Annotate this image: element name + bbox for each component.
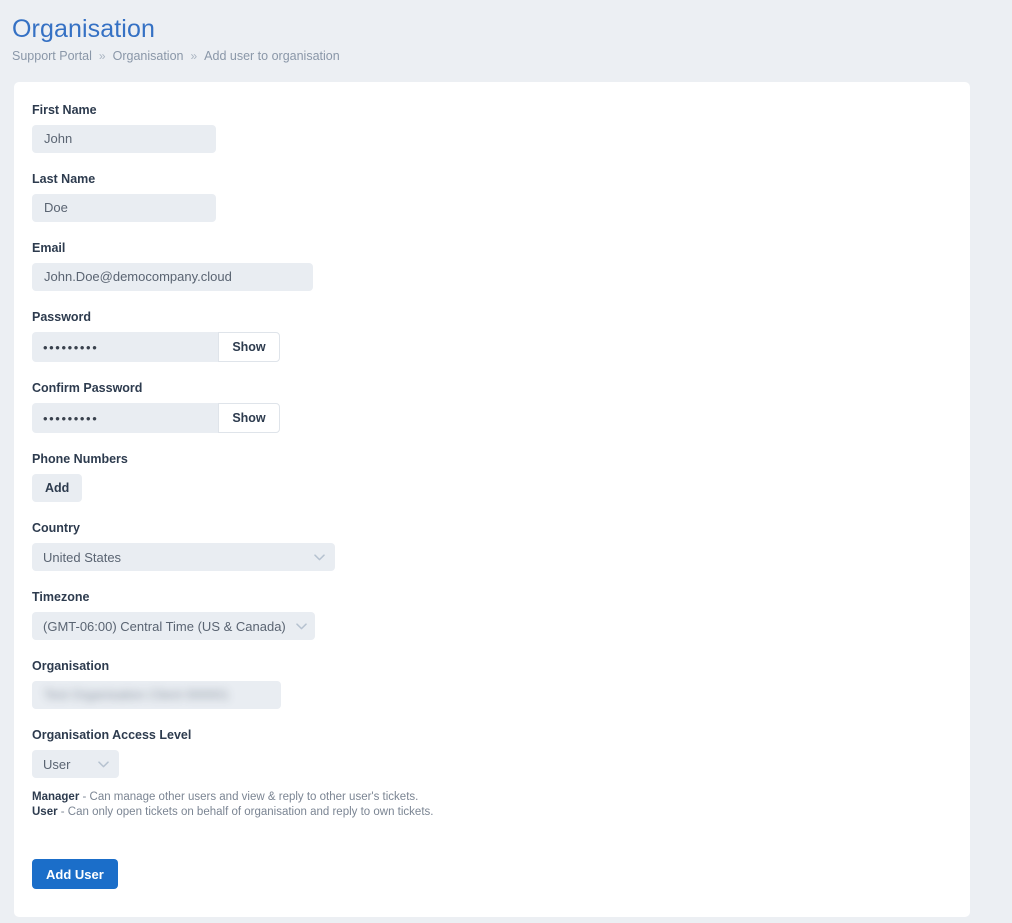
phone-numbers-label: Phone Numbers [32, 452, 128, 466]
chevron-down-icon [98, 760, 109, 768]
organisation-input[interactable]: Test Organisation Client 000001 [32, 681, 281, 709]
page-root: Organisation Support Portal » Organisati… [0, 0, 1012, 923]
field-country: Country United States [32, 520, 952, 571]
email-input[interactable]: John.Doe@democompany.cloud [32, 263, 313, 291]
country-label: Country [32, 521, 80, 535]
access-level-label: Organisation Access Level [32, 728, 192, 742]
access-note-manager-text: - Can manage other users and view & repl… [79, 791, 419, 803]
country-select-value: United States [43, 549, 122, 565]
breadcrumb: Support Portal » Organisation » Add user… [12, 48, 1012, 64]
field-access-level: Organisation Access Level User Manager -… [32, 727, 952, 819]
password-label: Password [32, 310, 92, 324]
confirm-password-label: Confirm Password [32, 381, 143, 395]
breadcrumb-item-add-user: Add user to organisation [204, 49, 340, 63]
organisation-label: Organisation [32, 659, 110, 673]
organisation-value-redacted: Test Organisation Client 000001 [44, 687, 230, 702]
access-note-user-text: - Can only open tickets on behalf of org… [57, 805, 434, 818]
last-name-input[interactable]: Doe [32, 194, 216, 222]
field-email: Email John.Doe@democompany.cloud [32, 240, 952, 291]
field-confirm-password: Confirm Password ••••••••• Show [32, 380, 952, 433]
page-header: Organisation Support Portal » Organisati… [0, 0, 1012, 64]
field-last-name: Last Name Doe [32, 171, 952, 222]
access-note-user: User - Can only open tickets on behalf o… [32, 805, 952, 820]
breadcrumb-item-support-portal[interactable]: Support Portal [12, 48, 92, 64]
page-title: Organisation [12, 15, 155, 43]
country-select[interactable]: United States [32, 543, 335, 571]
field-phone-numbers: Phone Numbers Add [32, 451, 952, 502]
password-input[interactable]: ••••••••• [32, 332, 218, 362]
password-show-button[interactable]: Show [218, 332, 280, 362]
field-password: Password ••••••••• Show [32, 309, 952, 362]
timezone-label: Timezone [32, 590, 90, 604]
add-phone-number-button[interactable]: Add [32, 474, 83, 502]
breadcrumb-item-organisation[interactable]: Organisation [113, 48, 184, 64]
access-note-manager-role: Manager [32, 791, 80, 803]
access-note-manager: Manager - Can manage other users and vie… [32, 790, 952, 805]
chevron-down-icon [296, 622, 307, 630]
breadcrumb-separator-icon: » [190, 49, 198, 63]
access-level-select-value: User [43, 756, 71, 772]
access-note-user-role: User [32, 805, 58, 818]
field-timezone: Timezone (GMT-06:00) Central Time (US & … [32, 589, 952, 640]
field-organisation: Organisation Test Organisation Client 00… [32, 658, 952, 709]
add-user-submit-button[interactable]: Add User [32, 859, 118, 889]
access-level-help-text: Manager - Can manage other users and vie… [32, 790, 952, 819]
chevron-down-icon [314, 553, 325, 561]
email-label: Email [32, 241, 66, 255]
password-input-row: ••••••••• Show [32, 332, 280, 362]
field-first-name: First Name John [32, 102, 952, 153]
confirm-password-input-row: ••••••••• Show [32, 403, 280, 433]
access-level-select[interactable]: User [32, 750, 119, 778]
add-user-form-card: First Name John Last Name Doe Email John… [14, 82, 970, 917]
timezone-select[interactable]: (GMT-06:00) Central Time (US & Canada) [32, 612, 315, 640]
confirm-password-show-button[interactable]: Show [218, 403, 280, 433]
first-name-label: First Name [32, 103, 97, 117]
timezone-select-value: (GMT-06:00) Central Time (US & Canada) [43, 618, 286, 634]
last-name-label: Last Name [32, 172, 96, 186]
first-name-input[interactable]: John [32, 125, 216, 153]
breadcrumb-separator-icon: » [98, 49, 106, 63]
confirm-password-input[interactable]: ••••••••• [32, 403, 218, 433]
